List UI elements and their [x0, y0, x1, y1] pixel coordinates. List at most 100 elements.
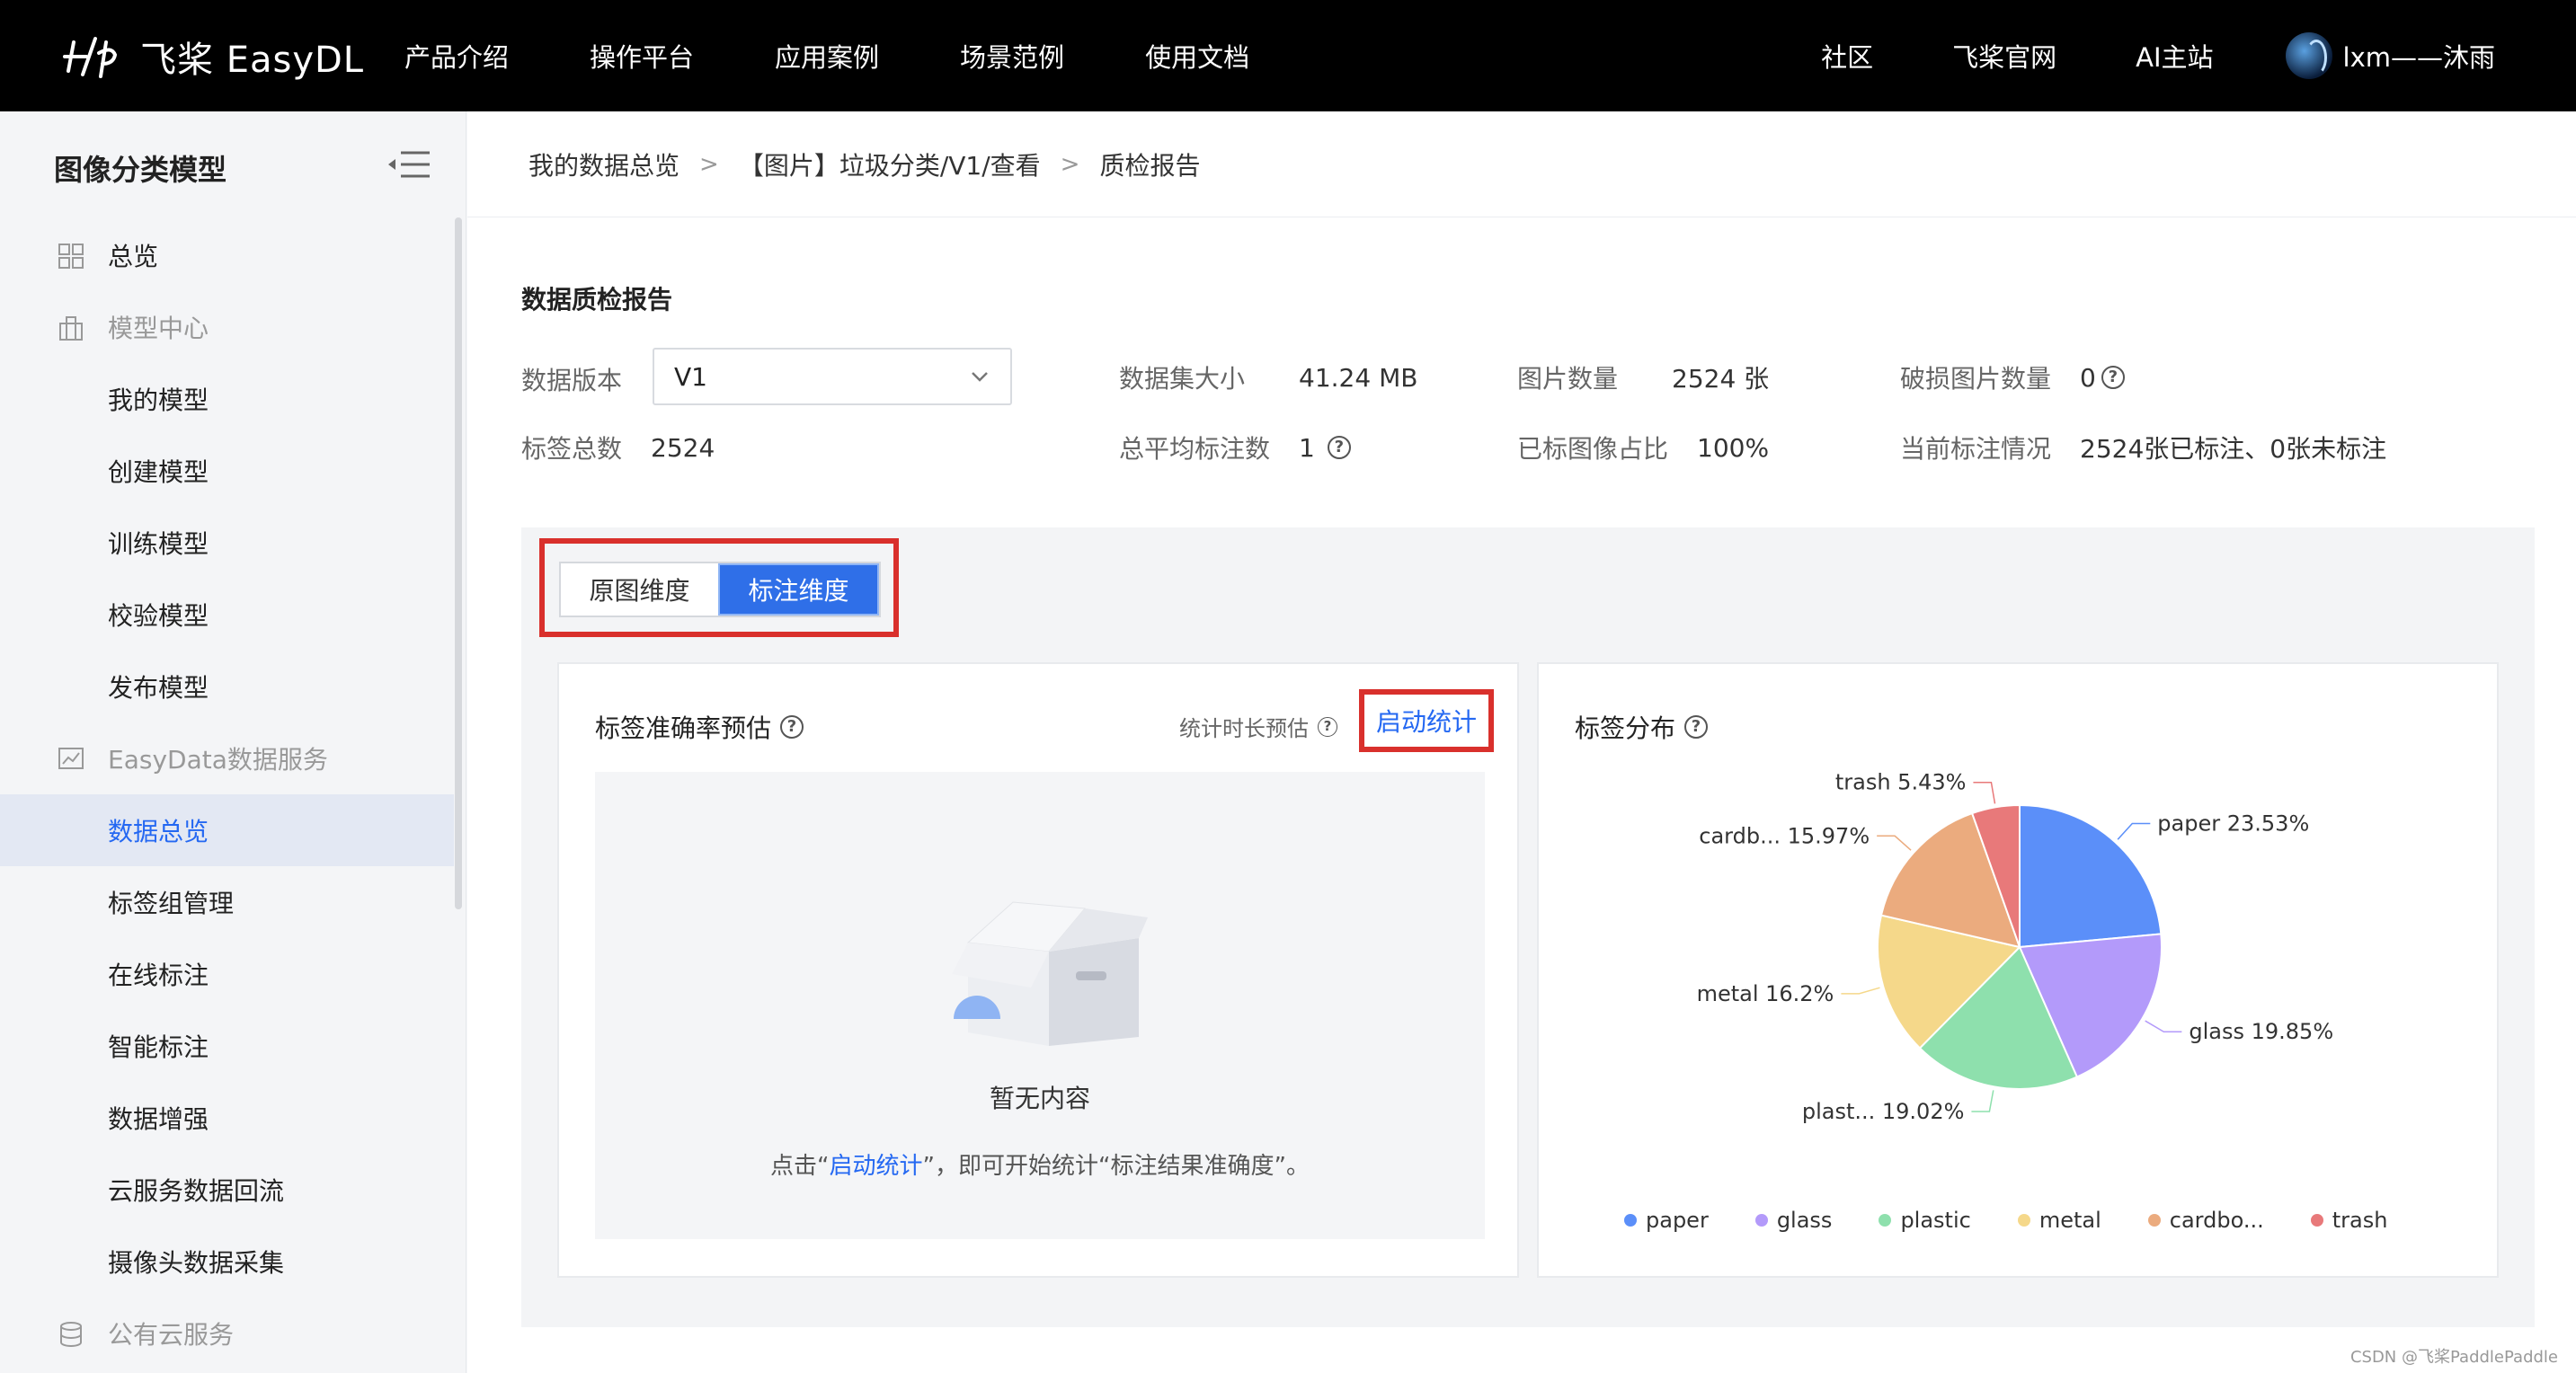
collapse-menu-icon[interactable]: [386, 149, 431, 180]
sidebar-item-label: 模型中心: [108, 314, 209, 343]
user-menu[interactable]: lxm——沐雨: [2285, 32, 2495, 79]
tab-original-dimension[interactable]: 原图维度: [561, 563, 718, 616]
nav-item-docs[interactable]: 使用文档: [1145, 37, 1249, 75]
sidebar-item-label: 我的模型: [108, 385, 209, 415]
pie-data-label: cardb... 15.97%: [1699, 823, 1870, 848]
legend-dot: [2017, 1214, 2030, 1227]
breadcrumb-item-data-overview[interactable]: 我的数据总览: [529, 146, 680, 182]
version-value: V1: [674, 361, 707, 392]
watermark: CSDN @飞桨PaddlePaddle: [2349, 1348, 2558, 1367]
sidebar-item-2[interactable]: 我的模型: [0, 363, 454, 435]
legend-label: cardbo...: [2169, 1208, 2264, 1233]
start-statistics-link[interactable]: 启动统计: [830, 1153, 923, 1180]
legend-item[interactable]: glass: [1754, 1208, 1832, 1233]
sidebar-item-14[interactable]: 摄像头数据采集: [0, 1226, 454, 1298]
nav-item-product[interactable]: 产品介绍: [404, 37, 509, 75]
hint-prefix: 点击“: [770, 1153, 830, 1180]
dataset-size: 数据集大小 41.24 MB: [1119, 359, 1417, 395]
analysis-panel: 原图维度 标注维度 标签准确率预估 ? 统计时长预估 ? 启动统计 暂无内容 点…: [521, 527, 2535, 1327]
sidebar-menu: 总览 模型中心 我的模型 创建模型 训练模型 校验模型 发布模型 EasyData数据服务 数据…: [0, 219, 454, 1369]
sidebar-item-3[interactable]: 创建模型: [0, 435, 454, 507]
version-select[interactable]: V1: [653, 348, 1012, 405]
image-count-value: 2524 张: [1672, 364, 1770, 394]
breadcrumb-item-dataset[interactable]: 【图片】垃圾分类/V1/查看: [739, 146, 1041, 182]
help-icon[interactable]: ?: [780, 715, 804, 739]
legend-dot: [2147, 1214, 2161, 1227]
pie-label-line: [2145, 1020, 2182, 1032]
help-icon[interactable]: ?: [1318, 716, 1337, 737]
pie-label-line: [1841, 987, 1880, 995]
page-title: 数据质检报告: [521, 285, 673, 314]
empty-box-icon: [952, 901, 1148, 1046]
nav-item-ai-site[interactable]: AI主站: [2136, 37, 2213, 75]
sidebar-title: 图像分类模型: [54, 153, 227, 187]
nav-item-paddle-site[interactable]: 飞桨官网: [1952, 37, 2056, 75]
sidebar-scrollbar[interactable]: [455, 217, 462, 909]
pie-label-line: [1971, 1090, 1994, 1112]
tab-annotation-dimension[interactable]: 标注维度: [718, 563, 879, 616]
sidebar-item-label: 标签组管理: [108, 889, 235, 918]
sidebar-item-4[interactable]: 训练模型: [0, 507, 454, 579]
tag-total: 标签总数 2524: [521, 430, 715, 465]
breadcrumb: 我的数据总览 > 【图片】垃圾分类/V1/查看 > 质检报告: [467, 111, 2576, 217]
sidebar-item-10[interactable]: 在线标注: [0, 938, 454, 1010]
pie-data-label: plast... 19.02%: [1802, 1099, 1965, 1124]
sidebar-item-label: 创建模型: [108, 457, 209, 487]
image-count-label: 图片数量: [1517, 364, 1619, 394]
pie-slice-paper[interactable]: [2019, 803, 2163, 949]
avatar: [2285, 32, 2332, 79]
sidebar-item-6[interactable]: 发布模型: [0, 651, 454, 722]
chart-legend: paper glass plastic metal cardbo... trash: [1624, 1208, 2434, 1233]
legend-item[interactable]: paper: [1624, 1208, 1709, 1233]
label-distribution-pie-chart: paper 23.53% glass 19.85% plast... 19.02% m…: [1697, 770, 2334, 1124]
legend-item[interactable]: trash: [2310, 1208, 2387, 1233]
database-icon: [60, 1322, 82, 1347]
sidebar-item-12[interactable]: 数据增强: [0, 1082, 454, 1154]
dimension-toggle: 原图维度 标注维度: [559, 562, 881, 617]
nav-item-cases[interactable]: 应用案例: [775, 37, 879, 75]
nav-item-scenarios[interactable]: 场景范例: [960, 37, 1064, 75]
sidebar-item-0[interactable]: 总览: [0, 219, 454, 291]
sidebar-item-label: 数据增强: [108, 1104, 209, 1134]
top-navigation-bar: 飞桨 EasyDL 产品介绍 操作平台 应用案例 场景范例 使用文档 社区 飞桨…: [0, 0, 2576, 111]
version-label: 数据版本: [521, 366, 623, 395]
logo[interactable]: 飞桨 EasyDL: [59, 25, 364, 88]
legend-item[interactable]: plastic: [1879, 1208, 1971, 1233]
start-statistics-button[interactable]: 启动统计: [1359, 689, 1494, 752]
sidebar-item-label: 发布模型: [108, 673, 209, 703]
help-icon[interactable]: ?: [1327, 436, 1351, 459]
sidebar-item-15[interactable]: 公有云服务: [0, 1298, 454, 1369]
brand-name: 飞桨 EasyDL: [140, 40, 365, 81]
annotation-status: 当前标注情况 2524张已标注、0张未标注: [1900, 430, 2386, 465]
accuracy-card-title: 标签准确率预估: [595, 713, 772, 743]
legend-item[interactable]: metal: [2017, 1208, 2101, 1233]
card-title: 标签准确率预估 ?: [595, 709, 804, 745]
chart-icon: [58, 748, 84, 769]
legend-dot: [2310, 1214, 2323, 1227]
help-icon[interactable]: ?: [2101, 366, 2125, 389]
pie-data-label: metal 16.2%: [1697, 981, 1834, 1006]
sidebar-item-1[interactable]: 模型中心: [0, 291, 454, 363]
nav-item-platform[interactable]: 操作平台: [590, 37, 694, 75]
labeled-ratio-label: 已标图像占比: [1517, 434, 1669, 464]
empty-title: 暂无内容: [989, 1084, 1090, 1113]
nav-item-community[interactable]: 社区: [1821, 37, 1873, 75]
sidebar-item-9[interactable]: 标签组管理: [0, 866, 454, 938]
sidebar-item-8[interactable]: 数据总览: [0, 794, 454, 866]
sidebar-item-13[interactable]: 云服务数据回流: [0, 1154, 454, 1226]
legend-item[interactable]: cardbo...: [2147, 1208, 2264, 1233]
sidebar-item-11[interactable]: 智能标注: [0, 1010, 454, 1082]
sidebar-item-label: 总览: [108, 242, 159, 271]
sidebar-item-label: 校验模型: [108, 601, 209, 631]
sidebar-item-7[interactable]: EasyData数据服务: [0, 722, 454, 794]
sidebar-item-label: EasyData数据服务: [108, 745, 328, 775]
empty-state: 暂无内容 点击“启动统计”，即可开始统计“标注结果准确度”。: [595, 772, 1485, 1239]
sidebar-item-5[interactable]: 校验模型: [0, 579, 454, 651]
sidebar-item-label: 云服务数据回流: [108, 1176, 285, 1206]
sidebar-item-label: 在线标注: [108, 961, 209, 990]
sidebar-item-label: 智能标注: [108, 1032, 209, 1062]
pie-data-label: trash 5.43%: [1835, 770, 1967, 795]
legend-label: plastic: [1900, 1208, 1971, 1233]
broken-count-value: 0: [2080, 362, 2096, 393]
legend-label: paper: [1646, 1208, 1709, 1233]
